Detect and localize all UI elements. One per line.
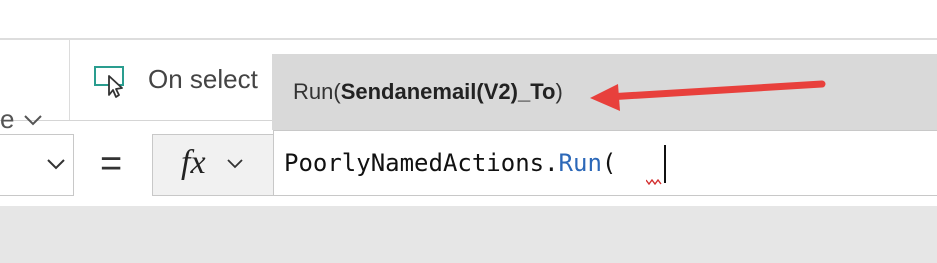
toolbar-divider — [0, 38, 937, 40]
equals-sign: = — [100, 143, 123, 185]
chevron-down-icon — [24, 115, 42, 126]
tooltip-parameter: Sendanemail(V2)_To — [340, 79, 556, 104]
tooltip-prefix: Run( — [293, 79, 341, 104]
chevron-down-icon — [47, 159, 65, 170]
formula-text: PoorlyNamedActions.Run( — [284, 147, 616, 179]
formula-method: Run — [558, 149, 602, 177]
formula-input[interactable]: PoorlyNamedActions.Run( — [273, 130, 937, 196]
tooltip-signature: Run(Sendanemail(V2)_To) — [293, 79, 563, 105]
select-pointer-icon — [94, 66, 124, 98]
canvas-area — [0, 206, 937, 263]
text-cursor — [664, 145, 666, 183]
annotation-arrow — [590, 80, 826, 111]
fx-icon: fx — [181, 144, 206, 181]
formula-open-paren: ( — [601, 149, 617, 177]
fx-button[interactable]: fx — [152, 134, 274, 196]
error-squiggle — [646, 179, 662, 185]
event-label: On select — [148, 64, 258, 94]
formula-object: PoorlyNamedActions. — [284, 149, 559, 177]
property-selector[interactable]: e — [0, 40, 70, 134]
chevron-down-icon — [227, 159, 243, 169]
property-selector-text: e — [0, 104, 15, 134]
property-dropdown[interactable] — [0, 134, 74, 196]
